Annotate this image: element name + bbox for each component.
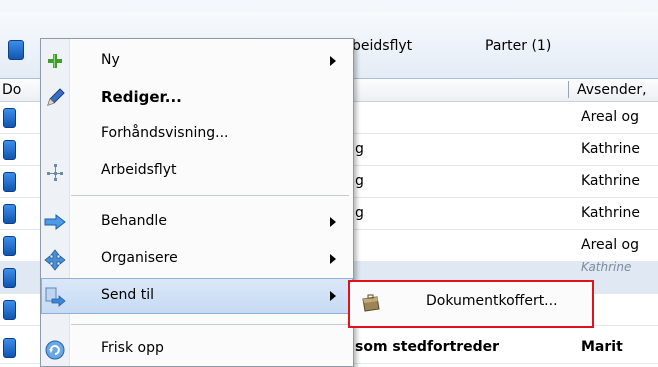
document-icon: [3, 268, 16, 288]
pencil-icon: [44, 87, 66, 107]
submenu-arrow-icon: [330, 56, 336, 66]
move-arrows-icon: [44, 249, 66, 271]
context-menu: Ny Rediger... Forhåndsvisning... Arbeids…: [40, 38, 354, 367]
refresh-icon: [44, 339, 66, 360]
table-cell-title: g: [355, 173, 364, 189]
menu-item-ny[interactable]: Ny: [41, 43, 353, 79]
menu-item-label: Forhåndsvisning...: [101, 125, 229, 141]
column-divider[interactable]: [568, 81, 569, 98]
table-cell-title: g: [355, 141, 364, 157]
submenu-item-dokumentkoffert[interactable]: Dokumentkoffert...: [426, 293, 558, 309]
menu-item-organisere[interactable]: Organisere: [41, 241, 353, 277]
submenu-arrow-icon: [330, 291, 336, 301]
column-header-sender[interactable]: Avsender,: [577, 82, 647, 98]
menu-item-label: Behandle: [101, 213, 167, 229]
column-header-doc[interactable]: Do: [2, 82, 21, 98]
menu-item-label: Organisere: [101, 250, 178, 266]
document-icon: [3, 140, 16, 160]
document-icon: [3, 338, 16, 358]
table-cell-sender: Areal og: [581, 109, 640, 125]
submenu-arrow-icon: [330, 254, 336, 264]
send-til-submenu: Dokumentkoffert...: [348, 280, 594, 328]
table-cell-sender: Kathrine: [581, 205, 641, 221]
submenu-arrow-icon: [330, 217, 336, 227]
briefcase-icon: [360, 293, 382, 313]
table-cell-title: som stedfortreder: [355, 339, 500, 355]
table-cell-sender: Kathrine: [581, 141, 641, 157]
workflow-icon: [44, 161, 66, 181]
menu-separator: [71, 195, 349, 196]
menu-item-send-til[interactable]: Send til: [41, 278, 353, 314]
menu-separator: [71, 324, 349, 325]
menu-item-behandle[interactable]: Behandle: [41, 204, 353, 240]
table-cell-sender: Kathrine: [581, 260, 632, 274]
menu-item-rediger[interactable]: Rediger...: [41, 79, 353, 115]
tab-parter[interactable]: Parter (1): [485, 38, 551, 54]
document-icon: [3, 236, 16, 256]
table-cell-sender: Marit: [581, 339, 623, 355]
document-icon: [3, 204, 16, 224]
process-arrow-icon: [44, 212, 66, 232]
menu-item-forhandsvisning[interactable]: Forhåndsvisning...: [41, 116, 353, 152]
document-icon: [8, 40, 24, 60]
menu-item-frisk-opp[interactable]: Frisk opp: [41, 331, 353, 367]
plus-icon: [44, 51, 66, 71]
table-cell-title: g: [355, 205, 364, 221]
document-icon: [3, 172, 16, 192]
table-cell-sender: Kathrine: [581, 173, 641, 189]
send-to-icon: [44, 286, 66, 307]
menu-item-arbeidsflyt[interactable]: Arbeidsflyt: [41, 153, 353, 189]
menu-item-label: Send til: [101, 287, 154, 303]
document-icon: [3, 300, 16, 320]
menu-item-label: Rediger...: [101, 88, 182, 106]
menu-item-label: Frisk opp: [101, 340, 164, 356]
tab-arbeidsflyt[interactable]: beidsflyt: [352, 38, 412, 54]
menu-item-label: Arbeidsflyt: [101, 162, 177, 178]
menu-item-label: Ny: [101, 52, 120, 68]
document-icon: [3, 108, 16, 128]
table-cell-sender: Areal og: [581, 237, 640, 253]
